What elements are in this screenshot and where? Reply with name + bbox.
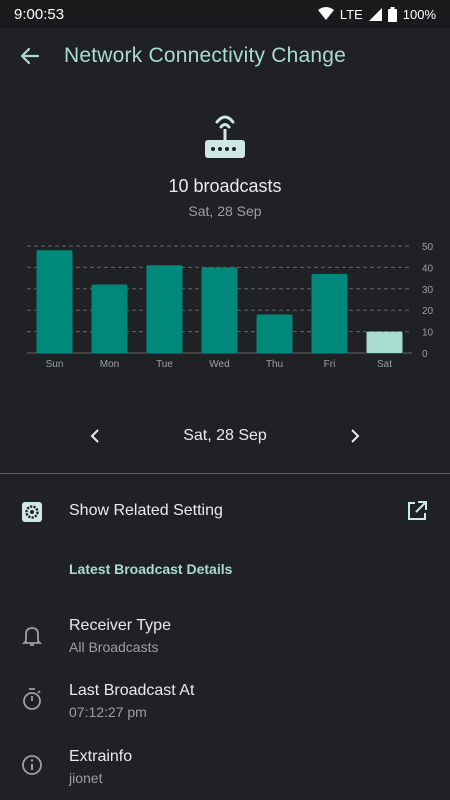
chevron-left-icon (90, 429, 99, 443)
last-broadcast-value: 07:12:27 pm (69, 704, 147, 720)
page-title: Network Connectivity Change (64, 44, 347, 67)
y-tick-label: 20 (422, 306, 434, 317)
extra-info-title: Extrainfo (69, 748, 133, 765)
divider (0, 473, 450, 474)
network-type: LTE (339, 6, 363, 22)
back-button[interactable] (0, 28, 60, 84)
bar-thu[interactable] (256, 314, 293, 353)
broadcast-count: 10 broadcasts (168, 176, 282, 196)
bar-sat[interactable] (366, 331, 403, 353)
details-section-header: Latest Broadcast Details (69, 561, 233, 577)
bell-icon (20, 624, 44, 648)
bar-sun[interactable] (36, 250, 73, 353)
y-tick-label: 50 (422, 242, 434, 253)
bar-tue[interactable] (146, 265, 183, 353)
bar-fri[interactable] (311, 273, 348, 353)
weekly-bar-chart: 50 40 30 20 10 0 Sun Mon Tue Wed Thu Fri Sat (0, 232, 450, 372)
settings-icon (20, 500, 44, 524)
timer-icon (20, 687, 44, 711)
arrow-back-icon (20, 47, 40, 65)
receiver-type-row: Receiver Type All Broadcasts (0, 612, 450, 660)
open-in-new-icon[interactable] (406, 500, 430, 524)
y-tick-label: 0 (422, 349, 428, 360)
summary-section: 10 broadcasts Sat, 28 Sep (0, 110, 450, 219)
wifi-icon (317, 7, 334, 20)
related-setting-label: Show Related Setting (69, 502, 223, 519)
x-tick-label: Mon (100, 359, 119, 370)
show-related-setting-row[interactable]: Show Related Setting (0, 494, 450, 530)
x-tick-label: Sat (377, 359, 392, 370)
router-icon (205, 115, 245, 158)
last-broadcast-row: Last Broadcast At 07:12:27 pm (0, 677, 450, 725)
x-tick-label: Tue (156, 359, 173, 370)
x-tick-label: Sun (46, 359, 64, 370)
status-icons: LTE 100% (317, 6, 436, 22)
app-bar: Network Connectivity Change (0, 28, 450, 84)
status-time: 9:00:53 (14, 5, 65, 23)
chevron-right-icon (351, 429, 360, 443)
info-icon (20, 753, 44, 777)
bar-wed[interactable] (201, 267, 238, 353)
summary-date: Sat, 28 Sep (188, 203, 262, 219)
signal-icon (368, 7, 382, 21)
next-day-button[interactable] (335, 418, 375, 454)
y-tick-label: 10 (422, 328, 434, 339)
battery-icon (387, 6, 397, 22)
date-navigator: Sat, 28 Sep (0, 418, 450, 454)
y-tick-label: 40 (422, 263, 434, 274)
bar-mon[interactable] (91, 284, 128, 353)
x-tick-label: Wed (209, 359, 229, 370)
chart-svg: 50 40 30 20 10 0 Sun Mon Tue Wed Thu Fri Sat (27, 242, 434, 370)
x-tick-label: Thu (266, 359, 283, 370)
extra-info-value: jionet (69, 770, 103, 786)
x-tick-label: Fri (324, 359, 336, 370)
previous-day-button[interactable] (75, 418, 115, 454)
receiver-type-title: Receiver Type (69, 617, 171, 634)
status-bar: 9:00:53 LTE 100% (0, 0, 450, 28)
battery-level: 100% (402, 6, 436, 22)
extra-info-row: Extrainfo jionet (0, 743, 450, 791)
last-broadcast-title: Last Broadcast At (69, 682, 195, 699)
receiver-type-value: All Broadcasts (69, 639, 159, 655)
y-tick-label: 30 (422, 285, 434, 296)
selected-date: Sat, 28 Sep (183, 427, 267, 444)
